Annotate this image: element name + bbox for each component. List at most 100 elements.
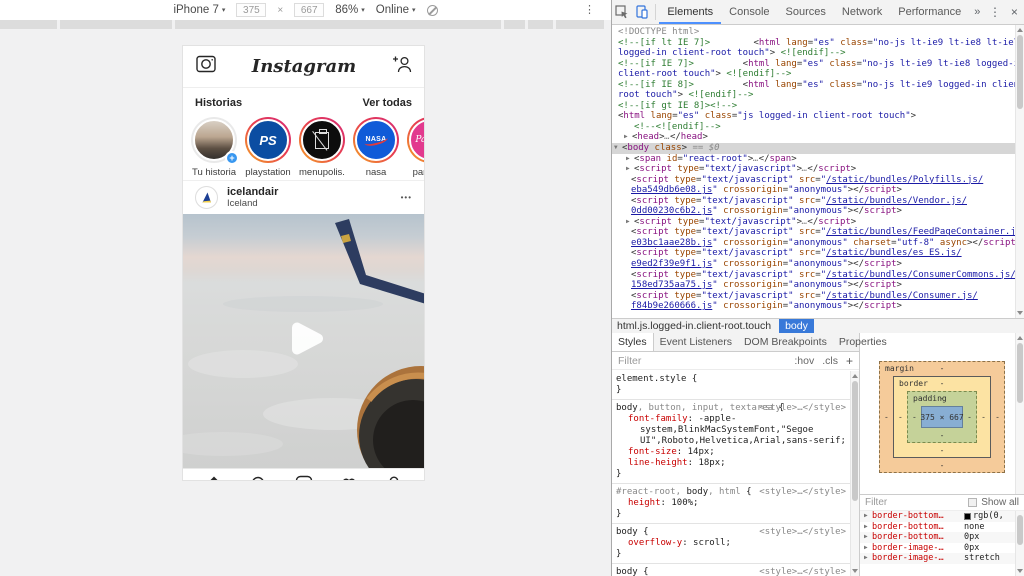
activity-heart-icon[interactable]: [339, 474, 359, 481]
zoom-select[interactable]: 86% ▾: [335, 4, 365, 16]
devtools-tabs: ElementsConsoleSourcesNetworkPerformance: [659, 0, 969, 24]
elements-tree-line[interactable]: 0dd00230c6b2.js" crossorigin="anonymous"…: [612, 206, 1015, 217]
computed-property-row[interactable]: ▶border-bottom…rgb(0,: [860, 511, 1024, 522]
computed-property-row[interactable]: ▶border-image-…stretch: [860, 553, 1024, 564]
toggle-hover-state-button[interactable]: :hov: [794, 355, 814, 367]
breadcrumb-path[interactable]: html.js.logged-in.client-root.touch: [617, 320, 771, 332]
show-all-checkbox[interactable]: [968, 498, 977, 507]
styles-filter-input[interactable]: Filter: [618, 355, 641, 367]
story-avatar-playstation: PS: [247, 119, 289, 161]
device-toolbar-more-button[interactable]: ⋮: [584, 3, 595, 16]
elements-scrollbar[interactable]: [1015, 25, 1024, 318]
elements-tree-line[interactable]: <script type="text/javascript" src="/sta…: [612, 196, 1015, 207]
style-rule[interactable]: <style>…</style>body {overflow-y: scroll…: [612, 524, 850, 564]
elements-tree-line[interactable]: <!--[if lt IE 7]> <html lang="es" class=…: [612, 38, 1015, 49]
breadcrumb-selected[interactable]: body: [779, 319, 814, 333]
styles-scrollbar[interactable]: [850, 371, 859, 576]
network-throttle-select[interactable]: Online ▾: [376, 4, 416, 16]
search-icon[interactable]: [249, 474, 269, 481]
computed-property-row[interactable]: ▶border-image-…0px: [860, 543, 1024, 554]
elements-tree-line[interactable]: client-root touch"> <![endif]-->: [612, 69, 1015, 80]
box-model-margin[interactable]: margin - - - - border - - - -: [879, 361, 1005, 473]
profile-icon[interactable]: [384, 474, 404, 481]
viewport-width-input[interactable]: [236, 3, 266, 17]
new-style-rule-button[interactable]: +: [846, 354, 853, 368]
elements-tree-line[interactable]: ▶<head>…</head>: [612, 132, 1015, 143]
elements-tree-line[interactable]: e03bc1aae28b.js" crossorigin="anonymous"…: [612, 238, 1015, 249]
box-model-padding[interactable]: padding - - - - 375 × 667: [907, 391, 977, 443]
elements-tree-line[interactable]: logged-in client-root touch"> <![endif]-…: [612, 48, 1015, 59]
story-playstation[interactable]: PSplaystation: [245, 117, 291, 180]
story-menupolis[interactable]: menupolis...: [299, 117, 345, 180]
caret-down-icon: ▾: [222, 6, 226, 14]
elements-tree-line[interactable]: <script type="text/javascript" src="/sta…: [612, 248, 1015, 259]
elements-tree-line[interactable]: ▶<script type="text/javascript">…</scrip…: [612, 217, 1015, 228]
tab-console[interactable]: Console: [721, 0, 777, 24]
story-nasa[interactable]: NASAnasa: [353, 117, 399, 180]
elements-tree-line[interactable]: <script type="text/javascript" src="/sta…: [612, 291, 1015, 302]
style-rule[interactable]: <style>…</style>#react-root, body, html …: [612, 484, 850, 524]
sidebar-tab-event-listeners[interactable]: Event Listeners: [654, 333, 738, 351]
post-username[interactable]: icelandair: [227, 186, 278, 198]
sidebar-tab-dom-breakpoints[interactable]: DOM Breakpoints: [738, 333, 833, 351]
computed-filter-row: Filter Show all: [860, 495, 1024, 511]
elements-tree-line[interactable]: <script type="text/javascript" src="/sta…: [612, 270, 1015, 281]
elements-tree-line[interactable]: e9ed2f39e9f1.js" crossorigin="anonymous"…: [612, 259, 1015, 270]
computed-property-row[interactable]: ▶border-bottom…0px: [860, 532, 1024, 543]
elements-tree-line[interactable]: <!DOCTYPE html>: [612, 27, 1015, 38]
box-model-scrollbar[interactable]: [1015, 333, 1024, 494]
tab-network[interactable]: Network: [834, 0, 890, 24]
elements-tree-line[interactable]: root touch"> <![endif]-->: [612, 90, 1015, 101]
elements-tree-line[interactable]: <!--[if IE 8]> <html lang="es" class="no…: [612, 80, 1015, 91]
camera-icon[interactable]: [195, 53, 217, 80]
elements-tree-line[interactable]: f84b9e260666.js" crossorigin="anonymous"…: [612, 301, 1015, 312]
box-model-content[interactable]: 375 × 667: [921, 406, 963, 428]
add-people-icon[interactable]: [391, 54, 412, 80]
elements-tree-line[interactable]: <!--<![endif]-->: [612, 122, 1015, 133]
tab-performance[interactable]: Performance: [890, 0, 969, 24]
play-button-icon[interactable]: [276, 311, 332, 372]
tabs-overflow-button[interactable]: »: [969, 0, 985, 24]
new-post-icon[interactable]: [294, 474, 314, 481]
device-select[interactable]: iPhone 7 ▾: [173, 4, 225, 16]
viewport-height-input[interactable]: [294, 3, 324, 17]
style-rule[interactable]: element.style {}: [612, 371, 850, 400]
elements-tree-line[interactable]: ▼<body class> == $0: [612, 143, 1015, 154]
story-param[interactable]: Paramparam...: [407, 117, 424, 180]
devtools-close-icon[interactable]: ×: [1005, 0, 1024, 24]
caret-down-icon: ▾: [361, 6, 365, 14]
tab-sources[interactable]: Sources: [778, 0, 834, 24]
elements-tree-line[interactable]: <script type="text/javascript" src="/sta…: [612, 227, 1015, 238]
style-rule[interactable]: <style>…</style>body {line-height: 1;: [612, 564, 850, 576]
post-location[interactable]: Iceland: [227, 198, 278, 209]
elements-tree-line[interactable]: ▶<span id="react-root">…</span>: [612, 154, 1015, 165]
device-toolbar-toggle-icon[interactable]: [632, 0, 652, 24]
sidebar-tab-styles[interactable]: Styles: [612, 333, 654, 351]
add-story-badge[interactable]: +: [225, 151, 239, 165]
computed-scrollbar[interactable]: [1015, 511, 1024, 576]
elements-tree-line[interactable]: ▶<script type="text/javascript">…</scrip…: [612, 164, 1015, 175]
inspect-element-icon[interactable]: [612, 0, 632, 24]
scrollbar-strip: [0, 20, 611, 30]
stories-see-all-link[interactable]: Ver todas: [362, 97, 412, 109]
tab-elements[interactable]: Elements: [659, 0, 721, 24]
elements-tree-line[interactable]: <html lang="es" class="js logged-in clie…: [612, 111, 1015, 122]
box-model-border[interactable]: border - - - - padding - - -: [893, 376, 991, 458]
device-select-label: iPhone 7: [173, 4, 218, 16]
elements-tree-line[interactable]: <!--[if gt IE 8]><!-->: [612, 101, 1015, 112]
elements-tree-line[interactable]: <!--[if IE 7]> <html lang="es" class="no…: [612, 59, 1015, 70]
icelandair-avatar[interactable]: [195, 186, 218, 209]
story-tuhistoria[interactable]: +Tu historia: [191, 117, 237, 180]
caret-down-icon: ▾: [412, 6, 416, 14]
toggle-class-button[interactable]: .cls: [822, 355, 838, 367]
style-rule[interactable]: <style>…</style>body, button, input, tex…: [612, 400, 850, 484]
home-icon[interactable]: [204, 474, 224, 481]
elements-tree-line[interactable]: 158ed735aa75.js" crossorigin="anonymous"…: [612, 280, 1015, 291]
devtools-menu-icon[interactable]: ⋮: [985, 0, 1004, 24]
post-video[interactable]: [183, 214, 424, 468]
post-options-icon[interactable]: •••: [401, 193, 412, 202]
computed-filter-input[interactable]: Filter: [865, 497, 887, 508]
elements-tree-line[interactable]: <script type="text/javascript" src="/sta…: [612, 175, 1015, 186]
elements-tree-line[interactable]: eba549db6e08.js" crossorigin="anonymous"…: [612, 185, 1015, 196]
computed-property-row[interactable]: ▶border-bottom…none: [860, 522, 1024, 533]
